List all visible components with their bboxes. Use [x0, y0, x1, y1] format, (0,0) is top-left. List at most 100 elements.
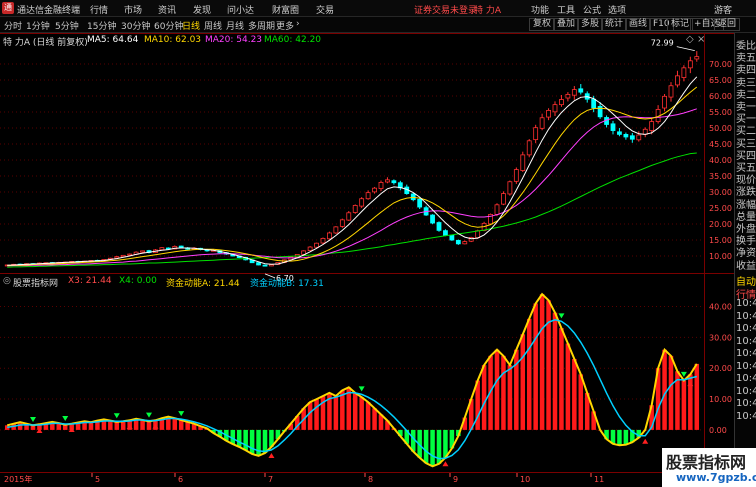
candle-body [455, 239, 461, 245]
site-watermark: 股票指标网 www.7gpzb.com [662, 448, 756, 487]
indicator-bar [372, 408, 377, 430]
close-pane-icon[interactable]: × [697, 34, 705, 45]
candle-body [262, 264, 268, 267]
indicator-tick-label: 40.00 [709, 303, 732, 312]
high-price-label: 72.99 [651, 39, 674, 48]
x3-value: X3: 21.44 [68, 276, 112, 286]
indicator-bar [243, 429, 248, 451]
candle-body [346, 212, 352, 221]
indicator-menu-icon[interactable]: ◎ [3, 276, 11, 286]
indicator-bar [565, 343, 571, 430]
ma5-value: MA5: 64.64 [87, 35, 139, 45]
indicator-bar [262, 429, 268, 454]
side-panel-label: 10:46 [736, 398, 756, 409]
date-label: 11 [594, 475, 604, 484]
indicator-bar [481, 365, 487, 430]
indicator-bar [623, 429, 629, 445]
x4-value: X4: 0.00 [119, 276, 157, 286]
indicator-bar [120, 421, 126, 430]
candle-body [352, 205, 358, 213]
side-panel-label: 10:45 [736, 298, 756, 309]
indicator-bar [662, 349, 667, 430]
price-tick-label: 40.00 [709, 156, 732, 165]
indicator-lines [6, 292, 698, 468]
candle-body [546, 110, 551, 118]
candle-body [668, 85, 674, 98]
indicator-bar [617, 429, 622, 446]
indicator-bar [501, 355, 506, 430]
candle-body [256, 262, 261, 266]
indicator-bar [520, 334, 526, 430]
candle-body [307, 246, 313, 251]
side-panel-label: 10:45 [736, 323, 756, 334]
indicator-tick-label: 0.00 [709, 426, 727, 435]
candle-body [565, 94, 571, 99]
side-panel-label: 10:45 [736, 373, 756, 384]
indicator-bar [430, 429, 435, 467]
date-label: 8 [368, 475, 373, 484]
candle-body [449, 234, 455, 241]
chart-canvas[interactable]: 70.0065.0060.0055.0050.0045.0040.0035.00… [0, 0, 734, 487]
candle-body [314, 242, 319, 248]
indicator-bar [578, 374, 584, 430]
indicator-bar [533, 303, 538, 430]
indicator-bar [546, 300, 551, 430]
indicator-bar [552, 312, 558, 430]
candle-body [559, 99, 564, 106]
candle-body [623, 133, 629, 138]
sell-arrow-icon [62, 416, 69, 422]
indicator-tick-label: 20.00 [709, 364, 732, 373]
ma20-value: MA20: 54.23 [205, 35, 263, 45]
indicator-tick-label: 30.00 [709, 333, 732, 342]
indicator-bar [236, 429, 242, 447]
side-panel-label: 10:45 [736, 335, 756, 347]
price-annotations: 72.996.70 [264, 39, 695, 283]
candle-body [269, 264, 274, 267]
sell-arrow-icon [113, 413, 120, 419]
candle-body [526, 140, 532, 156]
side-panel-label: 10:45 [736, 310, 756, 322]
candle-body [320, 237, 326, 244]
quote-side-panel[interactable]: 委比 卖五 卖四 卖三 卖二 卖一 买一 买二 买三 买四 买五 现价 涨跌 涨幅 总量 外盘 换手 净资 收益 自动… [734, 33, 756, 487]
candle-body [539, 117, 545, 129]
candle-body [610, 123, 616, 131]
ma10-value: MA10: 62.03 [144, 35, 202, 45]
price-axis-labels: 70.00 65.00 60.00 55.00 50.00 45.00 40.00 35.00… [709, 60, 732, 261]
indicator-axis-labels: 40.00 30.00 20.00 10.00 0.00 [709, 303, 732, 435]
buy-arrow-icon [268, 452, 275, 458]
date-label: 2015年 [4, 474, 32, 484]
price-tick-label: 30.00 [709, 188, 732, 197]
indicator-bar [172, 418, 178, 430]
price-tick-label: 20.00 [709, 220, 732, 229]
date-label: 7 [268, 475, 273, 484]
price-tick-label: 10.00 [709, 252, 732, 261]
buy-arrow-icon [442, 461, 449, 467]
candlestick-series [4, 51, 700, 267]
indicator-bar [108, 420, 113, 430]
sell-arrow-icon [558, 313, 565, 319]
candle-body [114, 256, 120, 259]
price-tick-label: 35.00 [709, 172, 732, 181]
collapse-icon[interactable]: ◇ [686, 34, 694, 45]
candle-body [578, 88, 584, 93]
indicator-grid [0, 306, 704, 431]
indicator-bar [423, 429, 429, 464]
indicator-bar [88, 422, 94, 430]
watermark-url: www.7gpzb.com [676, 471, 756, 484]
sell-arrow-icon [30, 416, 36, 422]
candle-body [333, 226, 339, 234]
candle-body [359, 198, 365, 207]
candle-body [636, 134, 642, 141]
indicator-bar [114, 421, 120, 430]
indicator-title[interactable]: 股票指标网 [13, 276, 58, 289]
indicator-signal-arrows [30, 313, 694, 467]
indicator-bar [694, 363, 700, 430]
side-panel-label: 10:45 [736, 348, 756, 359]
indicator-bar [314, 399, 319, 430]
candle-body [507, 181, 513, 195]
indicator-bar [307, 402, 313, 430]
candle-body [378, 181, 384, 189]
indicator-bar [559, 328, 564, 430]
candle-body [443, 230, 448, 236]
candle-body [127, 253, 133, 256]
